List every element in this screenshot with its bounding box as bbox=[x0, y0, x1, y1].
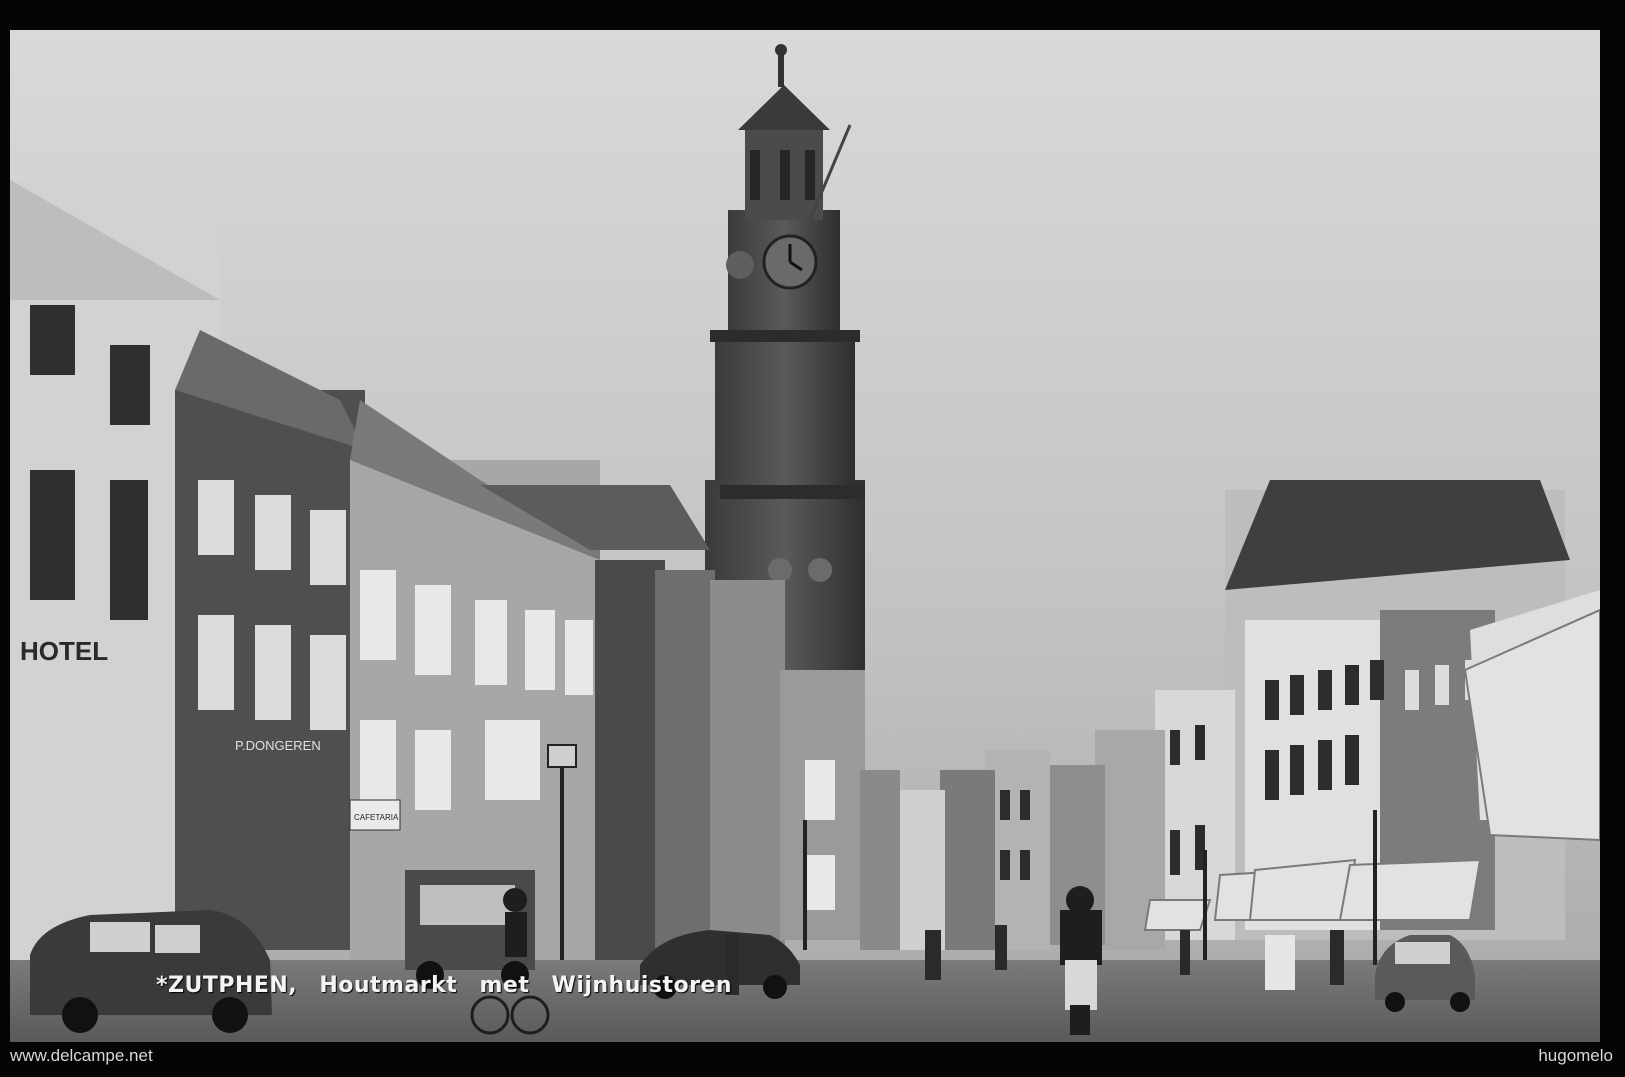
hotel-sign: HOTEL bbox=[20, 636, 108, 666]
caption-place: Houtmarkt bbox=[319, 973, 458, 998]
postcard-photo: HOTEL P.DONGEREN CAFETARIA *ZUTPHEN, Hou… bbox=[10, 30, 1600, 1042]
car-left bbox=[30, 910, 272, 1033]
caption-with: met bbox=[479, 973, 530, 998]
watermark-right: hugomelo bbox=[1538, 1046, 1613, 1065]
caption-tower: Wijnhuistoren bbox=[551, 973, 733, 998]
caption-city: *ZUTPHEN, bbox=[156, 973, 298, 998]
watermark-left: www.delcampe.net bbox=[10, 1046, 153, 1065]
svg-text:CAFETARIA: CAFETARIA bbox=[354, 813, 399, 822]
cafe-sign: CAFETARIA bbox=[349, 799, 401, 831]
postcard-caption: *ZUTPHEN, Houtmarkt met Wijnhuistoren bbox=[156, 973, 746, 998]
scan-background: HOTEL P.DONGEREN CAFETARIA *ZUTPHEN, Hou… bbox=[0, 0, 1625, 1077]
street-scene-image: HOTEL P.DONGEREN CAFETARIA bbox=[10, 30, 1600, 1042]
shop-sign: P.DONGEREN bbox=[235, 738, 321, 753]
